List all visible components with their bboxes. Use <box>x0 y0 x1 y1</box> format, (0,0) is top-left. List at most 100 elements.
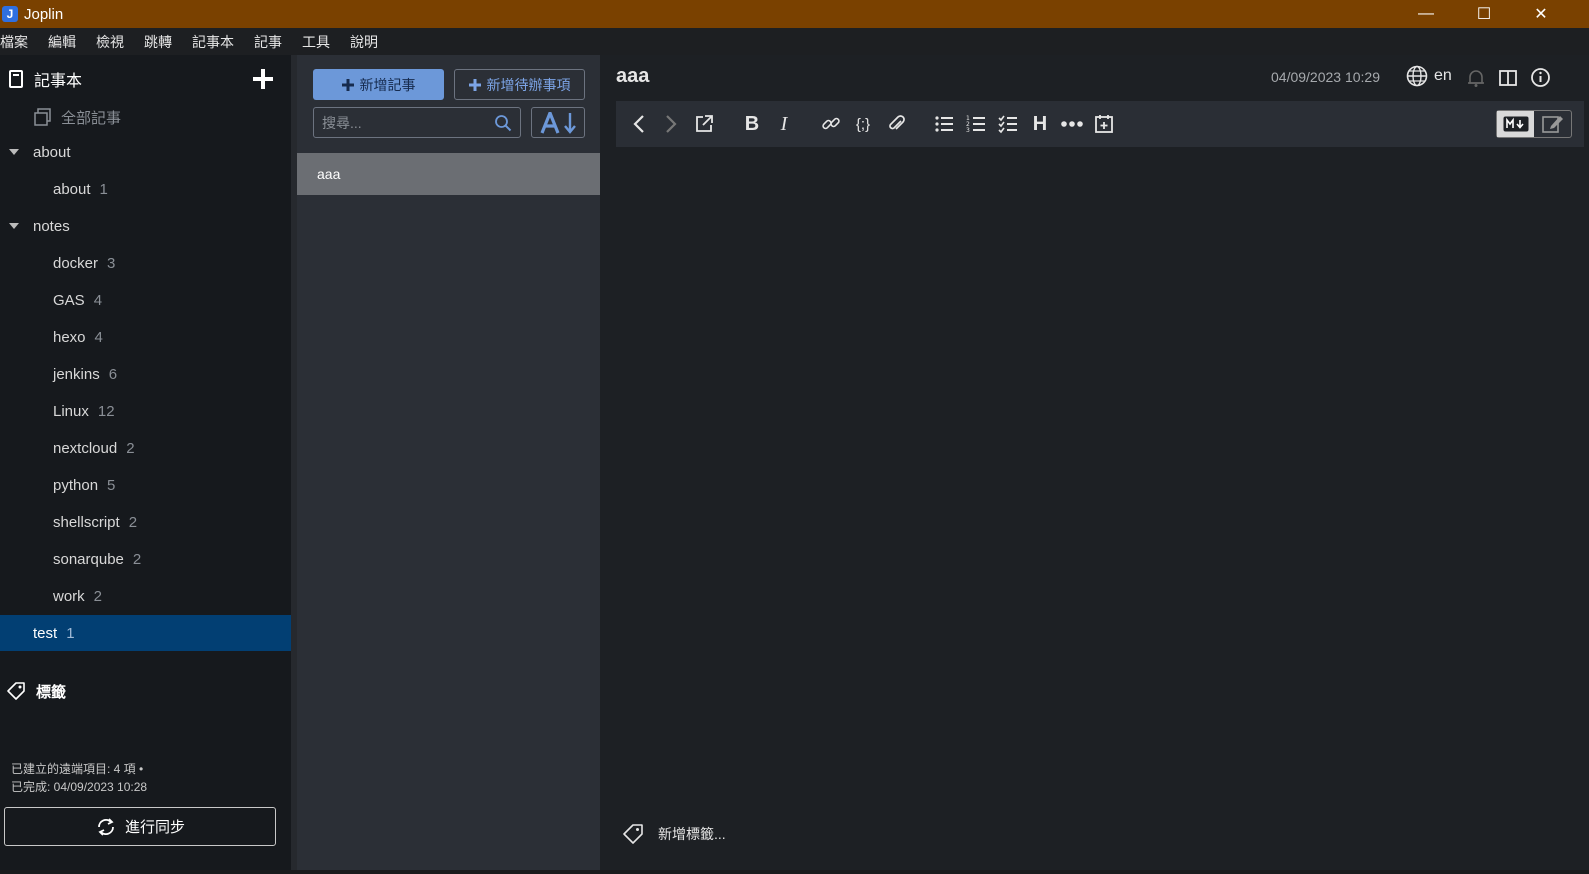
notebook-count: 2 <box>128 513 138 531</box>
notebooks-header[interactable]: 記事本 <box>0 63 297 95</box>
sync-button-label: 進行同步 <box>124 819 185 836</box>
rich-text-mode-button[interactable] <box>1534 111 1571 137</box>
tags-header[interactable]: 標籤 <box>0 675 297 707</box>
menu-file[interactable]: 檔案 <box>0 32 28 52</box>
sidebar-item-sonarqube[interactable]: sonarqube 2 <box>0 541 297 577</box>
note-title[interactable]: aaa <box>616 65 649 88</box>
sidebar-item-test[interactable]: test 1 <box>0 615 291 651</box>
add-notebook-button[interactable] <box>249 65 277 93</box>
plus-icon <box>253 69 273 89</box>
spellcheck-language-button[interactable]: en <box>1406 65 1452 87</box>
sidebar-item-about[interactable]: about 1 <box>0 171 297 207</box>
numbered-list-button[interactable]: 123 <box>963 111 989 137</box>
tag-icon <box>7 682 25 700</box>
globe-icon <box>1406 65 1428 87</box>
menu-notebook[interactable]: 記事本 <box>192 32 234 52</box>
menu-note[interactable]: 記事 <box>254 32 282 52</box>
notebook-count: 3 <box>107 254 116 272</box>
notebook-count: 1 <box>66 624 75 642</box>
menu-go[interactable]: 跳轉 <box>144 32 172 52</box>
menu-edit[interactable]: 編輯 <box>48 32 76 52</box>
notebook-label: shellscript <box>53 513 120 531</box>
notebook-label: test <box>33 624 58 642</box>
notebook-label: about <box>53 180 91 198</box>
sort-alpha-icon[interactable] <box>540 111 560 134</box>
notebook-count: 2 <box>132 550 142 568</box>
sidebar-item-work[interactable]: work 2 <box>0 578 297 614</box>
sync-status-line: 已建立的遠端項目: 4 項 • <box>11 762 144 776</box>
notebook-count: 5 <box>107 476 116 494</box>
tag-icon <box>623 824 643 844</box>
caret-down-icon[interactable] <box>9 149 19 155</box>
insert-datetime-button[interactable] <box>1091 111 1117 137</box>
sidebar-item-hexo[interactable]: hexo 4 <box>0 319 297 355</box>
menu-help[interactable]: 說明 <box>350 32 378 52</box>
caret-down-icon[interactable] <box>9 223 19 229</box>
sync-icon <box>98 817 114 836</box>
menu-tools[interactable]: 工具 <box>302 32 330 52</box>
sidebar-item-gas[interactable]: GAS 4 <box>0 282 297 318</box>
sidebar-item-notes[interactable]: notes <box>0 208 297 244</box>
calendar-plus-icon <box>1095 115 1113 133</box>
notebook-label: GAS <box>53 291 85 309</box>
notebook-label: about <box>33 143 71 161</box>
sidebar-item-linux[interactable]: Linux 12 <box>0 393 297 429</box>
search-icon[interactable] <box>494 114 512 132</box>
markdown-icon <box>1503 116 1528 132</box>
note-list-item[interactable]: aaa <box>297 153 600 195</box>
editor-panel: aaa 04/09/2023 10:29 en B I {;} 123 H 新增… <box>600 55 1589 874</box>
bold-button[interactable]: B <box>739 111 765 137</box>
sidebar-item-python[interactable]: python 5 <box>0 467 297 503</box>
menu-view[interactable]: 檢視 <box>96 32 124 52</box>
attach-file-button[interactable] <box>883 111 909 137</box>
external-editor-button[interactable] <box>691 111 717 137</box>
checklist-button[interactable] <box>995 111 1021 137</box>
note-list-panel: 新增記事 新增待辦事項 aaa <box>297 55 600 874</box>
link-icon <box>822 117 840 130</box>
minimize-button[interactable]: — <box>1397 0 1455 28</box>
bulleted-list-button[interactable] <box>931 111 957 137</box>
notebook-count: 4 <box>94 328 103 346</box>
bulleted-list-icon <box>935 116 953 132</box>
svg-text:3: 3 <box>966 127 970 134</box>
alarm-bell-icon[interactable] <box>1466 68 1486 88</box>
sync-button[interactable]: 進行同步 <box>4 807 276 846</box>
close-button[interactable]: ✕ <box>1512 0 1570 28</box>
all-notes-item[interactable]: 全部記事 <box>0 99 297 135</box>
add-tags-label: 新增標籤... <box>658 826 726 842</box>
sidebar-item-about-parent[interactable]: about <box>0 134 297 170</box>
back-button[interactable] <box>626 111 652 137</box>
code-button[interactable]: {;} <box>850 111 876 137</box>
info-icon[interactable] <box>1530 67 1551 88</box>
notebook-count: 12 <box>97 402 115 420</box>
notebook-label: sonarqube <box>53 550 124 568</box>
plus-icon <box>341 78 354 91</box>
horizontal-rule-button[interactable] <box>1059 111 1085 137</box>
add-tags-button[interactable]: 新增標籤... <box>622 823 726 845</box>
maximize-button[interactable]: ☐ <box>1455 0 1513 28</box>
sidebar-item-nextcloud[interactable]: nextcloud 2 <box>0 430 297 466</box>
sidebar-item-jenkins[interactable]: jenkins 6 <box>0 356 297 392</box>
sync-status: 已建立的遠端項目: 4 項 • 已完成: 04/09/2023 10:28 <box>11 760 147 796</box>
all-notes-icon <box>34 108 51 126</box>
link-button[interactable] <box>818 111 844 137</box>
sync-status-line: 已完成: 04/09/2023 10:28 <box>11 780 148 794</box>
markdown-mode-button[interactable] <box>1497 111 1534 137</box>
editor-mode-toggle <box>1496 110 1572 138</box>
toggle-layout-icon[interactable] <box>1498 68 1518 88</box>
heading-button[interactable]: H <box>1027 111 1053 137</box>
notebook-label: hexo <box>53 328 86 346</box>
new-todo-button[interactable]: 新增待辦事項 <box>454 69 585 100</box>
new-note-button[interactable]: 新增記事 <box>313 69 444 100</box>
sidebar-item-shellscript[interactable]: shellscript 2 <box>0 504 297 540</box>
sidebar-item-docker[interactable]: docker 3 <box>0 245 297 281</box>
forward-button[interactable] <box>658 111 684 137</box>
language-label: en <box>1434 67 1452 84</box>
notebook-count: 4 <box>93 291 103 309</box>
search-input[interactable] <box>322 113 487 133</box>
numbered-list-icon: 123 <box>966 115 985 134</box>
external-link-icon <box>696 115 713 132</box>
editor-toolbar: B I {;} 123 H <box>616 101 1584 147</box>
sort-direction-arrow-icon[interactable] <box>564 112 576 134</box>
italic-button[interactable]: I <box>771 111 797 137</box>
